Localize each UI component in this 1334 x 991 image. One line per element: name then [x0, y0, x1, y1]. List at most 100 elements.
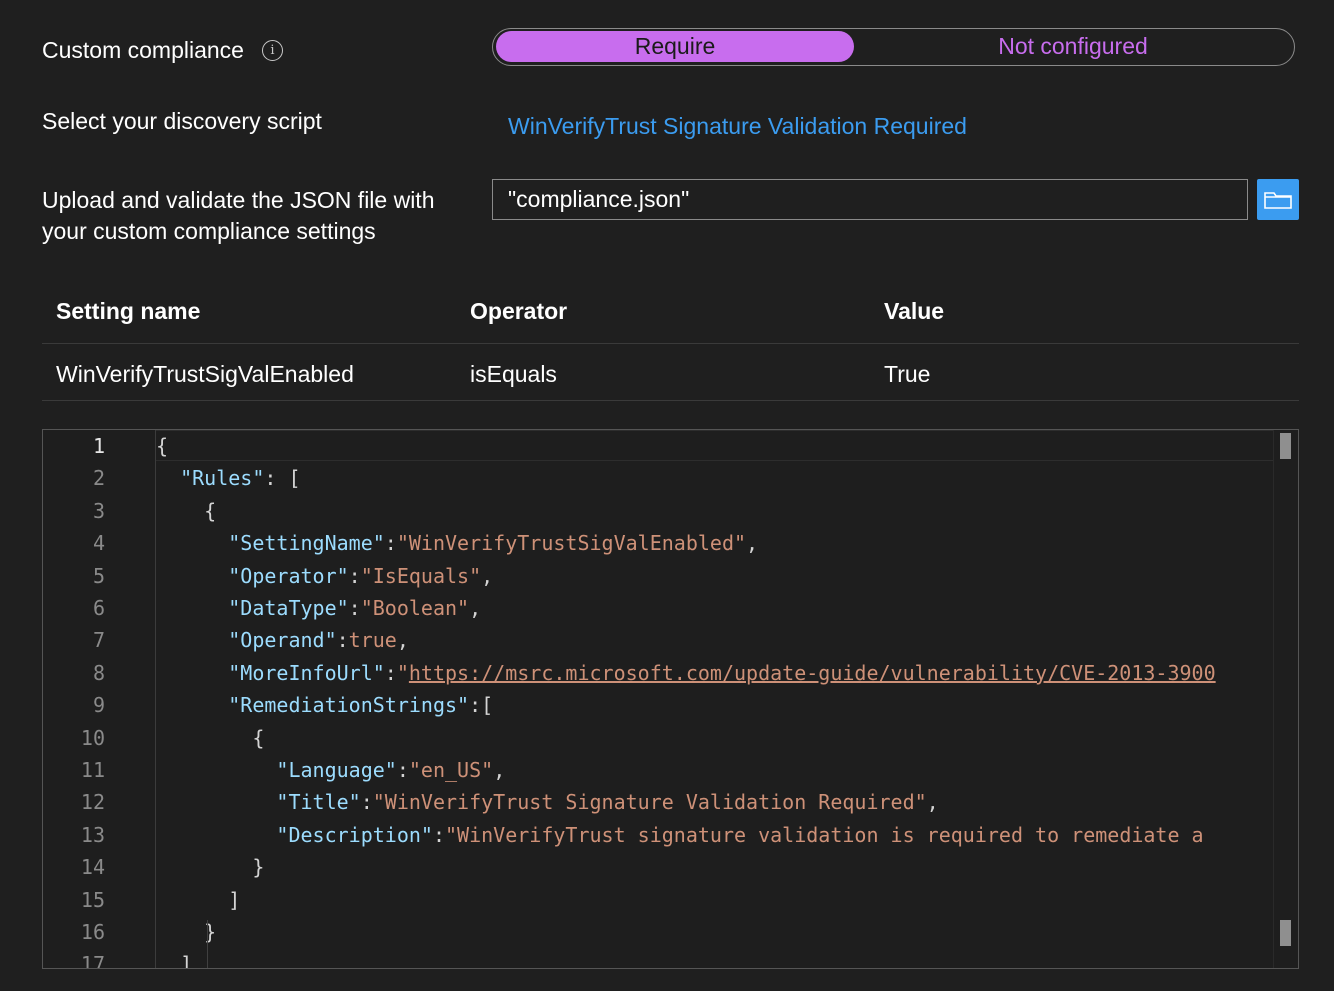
json-punctuation [156, 531, 228, 555]
json-punctuation: { [156, 498, 217, 523]
json-key: "Operator" [228, 563, 349, 588]
discovery-script-link[interactable]: WinVerifyTrust Signature Validation Requ… [508, 113, 967, 140]
require-option[interactable]: Require [496, 31, 854, 62]
line-number: 7 [92, 628, 105, 653]
code-line: ] [156, 948, 193, 969]
json-punctuation: , [493, 758, 506, 782]
json-key: "Description" [276, 822, 433, 847]
code-line: "Operand":true, [156, 624, 409, 656]
json-punctuation: : [348, 596, 361, 620]
json-key: "RemediationStrings" [228, 693, 470, 718]
table-cell-setting-name: WinVerifyTrustSigValEnabled [56, 361, 354, 387]
json-key: "Rules" [180, 466, 265, 491]
scrollbar-thumb[interactable] [1280, 433, 1291, 459]
table-cell-value: True [884, 361, 931, 387]
json-punctuation: , [396, 628, 409, 653]
json-value: "Boolean" [360, 596, 470, 620]
json-punctuation: } [156, 855, 265, 880]
json-key: "Language" [276, 758, 397, 782]
folder-icon [1264, 192, 1292, 209]
json-punctuation: : [384, 531, 397, 556]
table-header-value: Value [884, 298, 945, 324]
code-line: ] [156, 884, 240, 916]
code-line: "DataType":"Boolean", [156, 592, 481, 624]
code-line: "SettingName":"WinVerifyTrustSigValEnabl… [156, 527, 758, 559]
json-key: "Title" [276, 790, 361, 815]
json-punctuation: , [926, 790, 939, 815]
line-number: 17 [80, 952, 105, 969]
json-punctuation [156, 823, 276, 847]
json-punctuation: : [348, 563, 361, 588]
json-punctuation: ] [156, 952, 193, 969]
table-cell-operator: isEquals [470, 361, 557, 387]
indent-guide [207, 920, 208, 968]
current-line-highlight [156, 430, 1273, 461]
line-number: 1 [92, 434, 105, 458]
json-value: "WinVerifyTrustSigValEnabled" [396, 531, 747, 556]
code-line: "Title":"WinVerifyTrust Signature Valida… [156, 786, 939, 818]
code-line: { [156, 430, 168, 462]
json-punctuation: { [156, 725, 265, 750]
json-punctuation: ] [156, 887, 241, 912]
line-number: 4 [92, 531, 105, 556]
json-punctuation: : [384, 660, 397, 685]
json-punctuation [156, 628, 228, 652]
json-punctuation [156, 596, 228, 620]
line-number: 8 [92, 660, 105, 685]
json-file-field[interactable]: "compliance.json" [492, 179, 1248, 220]
code-line: } [156, 851, 264, 883]
line-number: 16 [80, 920, 105, 944]
json-punctuation: , [469, 596, 482, 620]
code-line: "RemediationStrings":[ [156, 689, 493, 721]
json-value: "IsEquals" [360, 563, 482, 588]
table-header-operator: Operator [470, 298, 568, 324]
not-configured-option[interactable]: Not configured [873, 31, 1273, 62]
json-punctuation [156, 790, 276, 814]
line-number: 9 [92, 693, 105, 718]
line-number: 2 [92, 466, 105, 491]
json-punctuation [156, 693, 228, 717]
code-line: { [156, 722, 264, 754]
line-number: 5 [92, 563, 105, 588]
line-number: 6 [92, 596, 105, 620]
table-divider [42, 343, 1299, 344]
json-punctuation: , [481, 563, 494, 588]
table-divider [42, 400, 1299, 401]
json-code-editor[interactable]: 1 2 3 4 5 6 7 8 9 10 11 12 13 14 15 16 17 { "Rules": [ {… [42, 429, 1299, 969]
json-value: "en_US" [408, 758, 494, 782]
upload-label-line2: your custom compliance settings [42, 218, 376, 244]
json-value: "WinVerifyTrust Signature Validation Req… [372, 790, 927, 815]
discovery-script-label: Select your discovery script [42, 108, 322, 134]
code-line: "MoreInfoUrl":"https://msrc.microsoft.co… [156, 657, 1216, 689]
line-number: 14 [80, 855, 105, 880]
info-icon[interactable]: i [262, 40, 283, 61]
json-value: true [348, 628, 397, 653]
line-number: 10 [80, 725, 105, 750]
line-number: 15 [80, 887, 105, 912]
json-punctuation [156, 564, 228, 588]
json-value: " [396, 660, 409, 685]
json-punctuation: : [336, 628, 349, 653]
line-number-gutter: 1 2 3 4 5 6 7 8 9 10 11 12 13 14 15 16 17 [43, 430, 155, 968]
custom-compliance-label: Custom compliance [42, 37, 244, 63]
upload-label-line1: Upload and validate the JSON file with [42, 187, 435, 213]
line-number: 12 [80, 790, 105, 815]
json-punctuation: { [156, 434, 169, 458]
table-header-setting-name: Setting name [56, 298, 201, 324]
json-key: "MoreInfoUrl" [228, 660, 385, 685]
json-value: "WinVerifyTrust signature validation is … [445, 822, 1204, 847]
json-punctuation: : [396, 758, 409, 782]
code-line: "Operator":"IsEquals", [156, 560, 493, 592]
line-number: 3 [92, 498, 105, 523]
json-punctuation: , [746, 531, 759, 556]
json-punctuation: :[ [469, 693, 494, 718]
line-number: 11 [80, 758, 105, 782]
json-punctuation [156, 758, 276, 782]
json-url[interactable]: https://msrc.microsoft.com/update-guide/… [409, 661, 1216, 685]
editor-scrollbar[interactable] [1273, 430, 1298, 968]
code-line: { [156, 495, 216, 527]
scrollbar-thumb-bottom[interactable] [1280, 920, 1291, 946]
json-key: "SettingName" [228, 531, 385, 556]
json-key: "DataType" [228, 596, 349, 620]
browse-file-button[interactable] [1257, 179, 1299, 220]
